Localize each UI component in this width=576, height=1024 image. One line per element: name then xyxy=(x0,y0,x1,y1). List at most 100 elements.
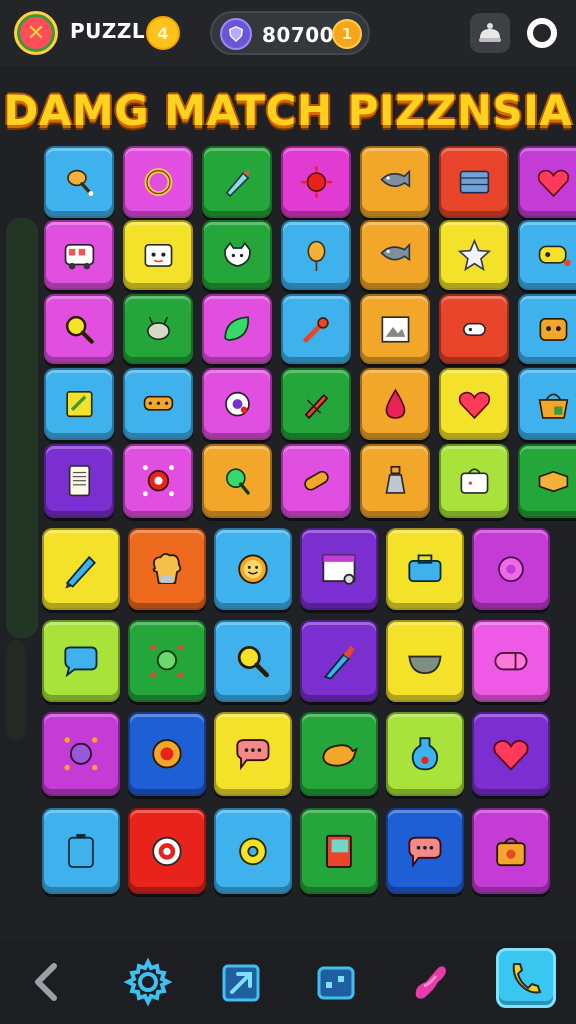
tile-virus[interactable] xyxy=(281,146,351,218)
tile-battery[interactable] xyxy=(42,808,120,894)
tile-bandage[interactable] xyxy=(281,444,351,518)
tile-capsule[interactable] xyxy=(472,620,550,702)
magnifier-icon xyxy=(65,315,94,344)
tile-basket[interactable] xyxy=(518,368,576,440)
heart-icon xyxy=(458,391,490,420)
tile-chat-bubble[interactable] xyxy=(42,620,120,702)
tile-donut[interactable] xyxy=(214,808,292,894)
bird-icon xyxy=(322,744,359,767)
coin-icon[interactable]: 1 xyxy=(332,19,362,49)
tile-eyeball[interactable] xyxy=(202,368,272,440)
bowl-icon xyxy=(408,655,442,674)
tile-fish[interactable] xyxy=(360,146,430,218)
bottle-icon xyxy=(385,466,405,495)
fish-icon xyxy=(379,169,410,188)
bus-icon xyxy=(64,243,94,269)
side-panel-lower xyxy=(6,640,26,740)
bag-icon xyxy=(460,468,488,495)
tile-magnifier[interactable] xyxy=(214,620,292,702)
tile-bus[interactable] xyxy=(44,220,114,290)
tile-rocket[interactable] xyxy=(202,146,272,218)
tile-donut-bones[interactable] xyxy=(123,444,193,518)
settings-icon[interactable] xyxy=(118,952,178,1012)
tile-gear[interactable] xyxy=(472,528,550,610)
share-icon[interactable] xyxy=(212,952,272,1012)
tile-canvas[interactable] xyxy=(300,528,378,610)
tile-card[interactable] xyxy=(44,368,114,440)
phone-icon xyxy=(68,465,90,497)
tile-drumstick[interactable] xyxy=(44,146,114,218)
tile-chef-hat[interactable] xyxy=(128,528,206,610)
coin-icon: 4 xyxy=(146,16,180,50)
battery-icon xyxy=(68,833,94,868)
tile-sun-badge[interactable] xyxy=(128,712,206,796)
tile-magnifier[interactable] xyxy=(44,294,114,364)
drop-icon xyxy=(385,388,405,419)
tile-spiky-face[interactable] xyxy=(42,712,120,796)
chef-hat-icon xyxy=(152,552,182,584)
picture-icon xyxy=(381,315,409,343)
bed-icon xyxy=(143,395,173,411)
robot-icon[interactable] xyxy=(470,13,510,53)
score-counter: 80700 1 xyxy=(210,11,370,55)
back-icon[interactable] xyxy=(18,952,78,1012)
tile-heart[interactable] xyxy=(472,712,550,796)
magnet-icon[interactable] xyxy=(400,952,460,1012)
tile-notebook[interactable] xyxy=(300,808,378,894)
tile-alien-bug[interactable] xyxy=(123,294,193,364)
tile-leaf[interactable] xyxy=(202,294,272,364)
tile-bag[interactable] xyxy=(439,444,509,518)
ring-target-icon xyxy=(152,836,182,866)
drumstick-icon xyxy=(66,169,93,196)
tile-pencil[interactable] xyxy=(281,368,351,440)
tile-potion[interactable] xyxy=(386,712,464,796)
phone-icon[interactable] xyxy=(496,948,556,1008)
star-icon xyxy=(457,238,491,271)
tile-box[interactable] xyxy=(518,444,576,518)
tile-bowl[interactable] xyxy=(386,620,464,702)
tile-smiley[interactable] xyxy=(214,528,292,610)
tile-wrench[interactable] xyxy=(281,294,351,364)
tile-fish[interactable] xyxy=(360,220,430,290)
tile-speech-bubble[interactable] xyxy=(386,808,464,894)
side-panel xyxy=(6,218,38,638)
tile-camera-bag[interactable] xyxy=(472,808,550,894)
tile-bed[interactable] xyxy=(123,368,193,440)
tile-speech-bubble[interactable] xyxy=(214,712,292,796)
tile-bird[interactable] xyxy=(300,712,378,796)
ring-icon[interactable] xyxy=(522,13,562,53)
tile-robot-car[interactable] xyxy=(518,220,576,290)
tile-ring-target[interactable] xyxy=(128,808,206,894)
tile-bottle[interactable] xyxy=(360,444,430,518)
tile-robot-face[interactable] xyxy=(518,294,576,364)
tile-balloon[interactable] xyxy=(281,220,351,290)
tile-virus-skull[interactable] xyxy=(128,620,206,702)
tile-drop[interactable] xyxy=(360,368,430,440)
notebook-icon xyxy=(326,834,352,868)
tile-heart[interactable] xyxy=(439,368,509,440)
tile-heart[interactable] xyxy=(518,146,576,218)
canvas-icon xyxy=(322,554,356,585)
tile-ring[interactable] xyxy=(123,146,193,218)
game-board xyxy=(0,0,576,1024)
brush-icon xyxy=(323,645,355,680)
leaf-icon xyxy=(223,315,249,341)
green-pin-icon xyxy=(225,468,250,495)
tile-bone[interactable] xyxy=(439,294,509,364)
tile-keyboard[interactable] xyxy=(439,146,509,218)
tile-phone[interactable] xyxy=(44,444,114,518)
tile-cat-face[interactable] xyxy=(202,220,272,290)
speech-bubble-icon xyxy=(408,836,442,868)
tile-face-box[interactable] xyxy=(123,220,193,290)
tile-suitcase[interactable] xyxy=(386,528,464,610)
tile-crayon[interactable] xyxy=(42,528,120,610)
crossed-swords-icon[interactable]: ✕ xyxy=(14,11,58,55)
tile-star[interactable] xyxy=(439,220,509,290)
box-icon xyxy=(538,471,568,493)
rocket-icon xyxy=(225,169,250,198)
ring-icon xyxy=(144,168,172,196)
inventory-icon[interactable] xyxy=(306,952,366,1012)
tile-brush[interactable] xyxy=(300,620,378,702)
tile-green-pin[interactable] xyxy=(202,444,272,518)
tile-picture[interactable] xyxy=(360,294,430,364)
